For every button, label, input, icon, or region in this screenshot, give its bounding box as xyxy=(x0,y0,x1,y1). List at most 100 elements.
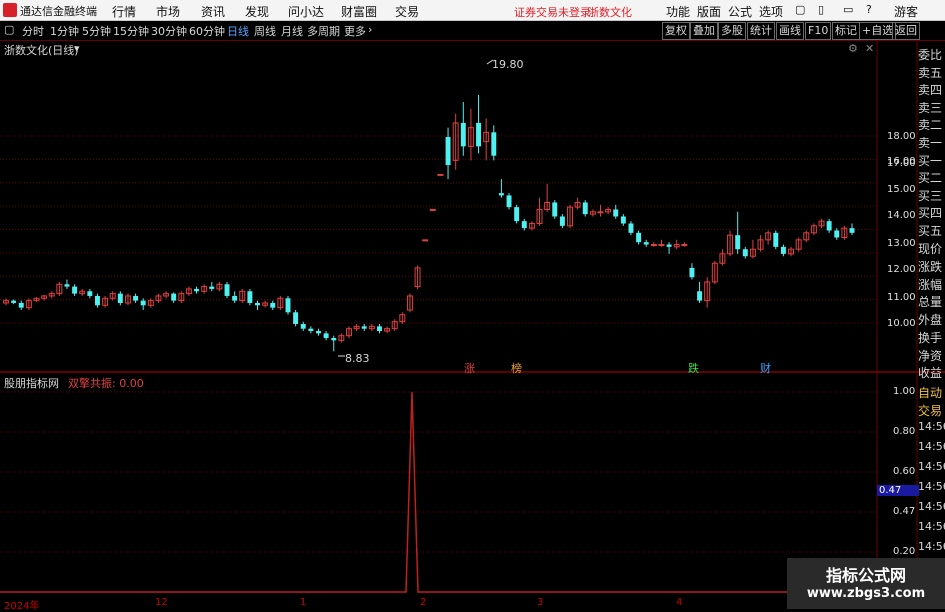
candle-body xyxy=(681,244,688,247)
date-label: 3 xyxy=(537,597,544,608)
candle-body xyxy=(293,312,299,324)
date-label: 4 xyxy=(676,597,683,608)
event-mark-zhang[interactable]: 涨 xyxy=(464,360,475,376)
side-panel-label[interactable]: 交易 xyxy=(918,402,945,419)
candle-body xyxy=(636,232,642,243)
candle-body xyxy=(445,137,451,166)
event-mark-cai[interactable]: 财 xyxy=(760,360,771,376)
side-panel-label: 净资 xyxy=(918,349,943,363)
candle-body xyxy=(209,286,215,289)
date-label: 2 xyxy=(420,597,427,608)
candle-body xyxy=(64,284,70,287)
candle-body xyxy=(834,230,840,238)
candle-body xyxy=(422,239,429,242)
price-axis-label: 14.00 xyxy=(887,210,916,221)
candle-body xyxy=(361,326,367,329)
candle-body xyxy=(620,216,626,224)
main-chart-title: 浙数文化(日线) xyxy=(4,44,79,57)
close-icon[interactable]: ✕ xyxy=(865,42,874,55)
candle-body xyxy=(780,246,786,254)
trade-time: 14:56 xyxy=(918,520,945,533)
trade-time: 14:56 xyxy=(918,420,945,433)
candle-body xyxy=(689,267,695,278)
candle-body xyxy=(316,331,321,334)
candle-body xyxy=(650,244,657,247)
indicator-axis-label: 0.80 xyxy=(893,426,916,437)
date-label: 2024年 xyxy=(4,601,40,612)
indicator-line xyxy=(0,391,877,593)
candle-body xyxy=(194,288,200,292)
candle-body xyxy=(498,193,504,196)
trade-time: 14:56 xyxy=(918,540,945,553)
candle-body xyxy=(429,208,436,211)
candle-body xyxy=(133,295,139,301)
indicator-series xyxy=(0,391,877,593)
candle-body xyxy=(735,235,741,250)
candle-body xyxy=(582,202,588,215)
candle-body xyxy=(491,132,497,156)
candle-body xyxy=(18,302,24,308)
side-panel-label: 涨跌 xyxy=(918,260,943,274)
candle-body xyxy=(232,295,238,301)
price-axis-label: 18.00 xyxy=(887,131,916,142)
candle-body xyxy=(11,300,17,303)
price-axis-label: 11.00 xyxy=(887,292,916,303)
low-price-label: 8.83 xyxy=(345,352,370,365)
high-price-label: 19.80 xyxy=(492,58,524,71)
price-axis-label: 16.00 xyxy=(887,156,916,167)
price-axis-label: 13.00 xyxy=(887,238,916,249)
sub-chart-title[interactable]: 股朋指标网 xyxy=(4,375,59,391)
candle-body xyxy=(300,324,306,329)
candle-body xyxy=(643,242,649,245)
candle-body xyxy=(742,249,748,257)
candle-body xyxy=(849,228,855,233)
candle-body xyxy=(224,284,230,296)
candle-body xyxy=(559,216,565,226)
side-panel-label: 换手 xyxy=(918,331,943,345)
candle-body xyxy=(826,221,832,231)
price-axis-label: 12.00 xyxy=(887,264,916,275)
candle-body xyxy=(697,291,703,301)
watermark-url: www.zbgs3.com xyxy=(806,586,926,601)
price-axis-label: 10.00 xyxy=(887,318,916,329)
side-panel-label: 卖二 xyxy=(918,118,943,132)
candle-body xyxy=(94,295,100,306)
side-panel-label: 买二 xyxy=(918,171,943,185)
date-axis: 2024年 12 1 2 3 4 xyxy=(0,597,877,612)
dropdown-icon[interactable]: ▾ xyxy=(74,42,80,55)
watermark-title: 指标公式网 xyxy=(825,566,906,585)
candle-body xyxy=(460,122,466,147)
candlestick-series xyxy=(3,59,855,357)
trade-time: 14:56 xyxy=(918,460,945,473)
candle-body xyxy=(247,291,253,303)
side-panel-label: 总量 xyxy=(918,295,943,309)
candle-body xyxy=(72,286,78,294)
candle-body xyxy=(376,326,382,332)
chart-grid xyxy=(0,40,945,597)
side-panel-label[interactable]: 自动 xyxy=(918,384,945,401)
candle-body xyxy=(628,223,634,233)
side-panel-label: 卖一 xyxy=(918,136,943,150)
candle-body xyxy=(323,333,329,339)
candle-body xyxy=(285,298,291,313)
candle-body xyxy=(521,221,527,229)
indicator-axis-label: 1.00 xyxy=(893,386,916,397)
side-panel-label: 买五 xyxy=(918,224,943,238)
candle-body xyxy=(270,302,276,308)
side-panel-label: 买三 xyxy=(918,189,943,203)
side-panel-label: 卖三 xyxy=(918,101,943,115)
settings-icon[interactable]: ⚙ xyxy=(848,42,858,55)
candle-body xyxy=(308,328,314,332)
indicator-axis-label: 0.20 xyxy=(893,546,916,557)
indicator-axis-label: 0.60 xyxy=(893,466,916,477)
candle-body xyxy=(117,293,123,303)
event-mark-die[interactable]: 跌 xyxy=(688,360,699,376)
candle-body xyxy=(87,291,93,296)
kline-chart[interactable] xyxy=(0,0,945,609)
event-mark-bang[interactable]: 榜 xyxy=(511,360,522,376)
candle-body xyxy=(506,195,512,208)
candle-body xyxy=(171,293,177,301)
candle-body xyxy=(597,211,604,214)
side-panel-label: 买四 xyxy=(918,206,943,220)
indicator-axis-label: 0.47 xyxy=(893,506,916,517)
